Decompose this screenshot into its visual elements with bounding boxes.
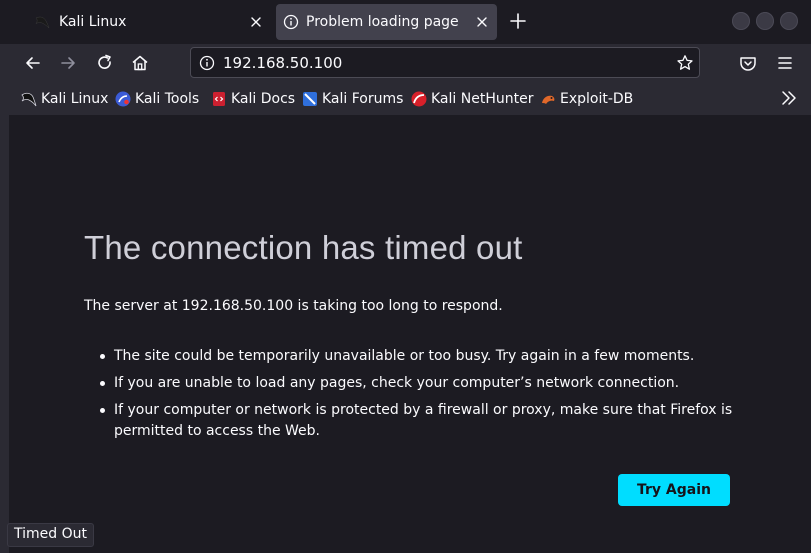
reload-icon[interactable] — [95, 53, 115, 73]
kali-forums-icon — [303, 92, 317, 106]
bookmark-label: Kali Forums — [322, 91, 404, 107]
list-item: The site could be temporarily unavailabl… — [84, 346, 744, 367]
page-content: The connection has timed out The server … — [9, 115, 811, 553]
close-tab-icon[interactable] — [247, 13, 265, 31]
new-tab-plus-icon[interactable] — [508, 11, 528, 31]
tab-problem-loading[interactable]: Problem loading page — [276, 4, 497, 40]
exploit-db-icon — [542, 95, 555, 104]
kali-dragon-icon — [35, 16, 50, 29]
bookmark-kali-nethunter[interactable]: Kali NetHunter — [411, 88, 533, 110]
minimize-button[interactable] — [732, 12, 750, 30]
kali-docs-icon — [213, 92, 225, 106]
bookmark-kali-docs[interactable]: Kali Docs — [211, 88, 295, 110]
bookmark-label: Kali Tools — [135, 91, 200, 107]
tab-strip: Kali Linux Problem loading page — [0, 0, 811, 44]
url-text[interactable]: 192.168.50.100 — [223, 54, 342, 72]
bookmark-kali-tools[interactable]: Kali Tools — [115, 88, 199, 110]
bookmarks-toolbar: Kali Linux Kali Tools Kali Docs Kali For… — [0, 84, 811, 115]
home-icon[interactable] — [130, 53, 150, 73]
list-item: If your computer or network is protected… — [84, 400, 744, 442]
bookmark-star-icon[interactable] — [676, 54, 694, 72]
error-reasons-list: The site could be temporarily unavailabl… — [84, 346, 744, 448]
try-again-button[interactable]: Try Again — [618, 474, 730, 506]
chevron-double-right-icon[interactable] — [780, 89, 798, 107]
tab-kali-linux[interactable]: Kali Linux — [8, 4, 271, 40]
kali-tools-icon — [115, 91, 131, 107]
page-title: The connection has timed out — [84, 229, 523, 266]
info-icon — [283, 14, 299, 30]
status-text: Timed Out — [7, 523, 94, 547]
close-tab-icon[interactable] — [473, 13, 491, 31]
kali-nethunter-icon — [411, 91, 427, 107]
error-description: The server at 192.168.50.100 is taking t… — [84, 298, 503, 314]
bookmark-kali-linux[interactable]: Kali Linux — [21, 88, 108, 110]
url-bar[interactable]: 192.168.50.100 — [190, 47, 700, 78]
bookmark-kali-forums[interactable]: Kali Forums — [302, 88, 403, 110]
info-icon[interactable] — [199, 55, 215, 71]
menu-icon[interactable] — [775, 53, 795, 73]
maximize-button[interactable] — [756, 12, 774, 30]
bookmark-label: Kali NetHunter — [431, 91, 534, 107]
bookmark-label: Kali Linux — [41, 91, 109, 107]
forward-icon[interactable] — [58, 53, 78, 73]
tab-title: Problem loading page — [306, 14, 459, 30]
bookmark-exploit-db[interactable]: Exploit-DB — [540, 88, 633, 110]
list-item: If you are unable to load any pages, che… — [84, 373, 744, 394]
bookmark-label: Kali Docs — [231, 91, 296, 107]
close-window-button[interactable] — [780, 12, 798, 30]
tab-title: Kali Linux — [59, 14, 127, 30]
navigation-toolbar: 192.168.50.100 — [0, 44, 811, 84]
kali-dragon-icon — [21, 92, 37, 107]
bookmark-label: Exploit-DB — [560, 91, 634, 107]
back-icon[interactable] — [23, 53, 43, 73]
pocket-icon[interactable] — [738, 53, 758, 73]
